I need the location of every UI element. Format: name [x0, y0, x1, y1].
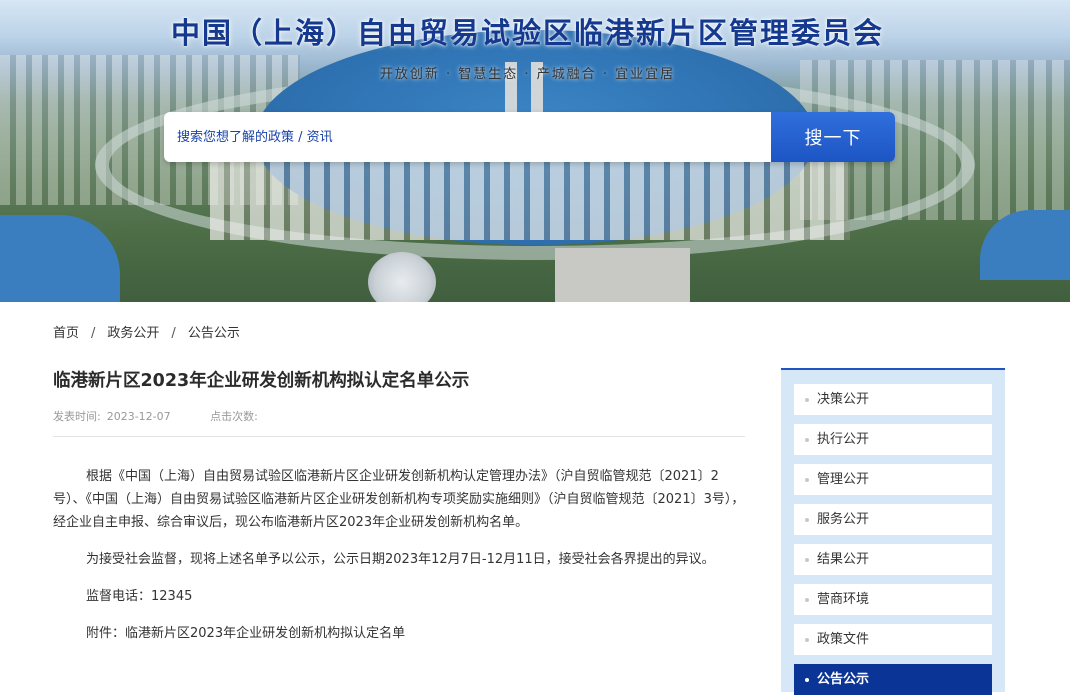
article-divider — [53, 436, 745, 437]
side-item-announcements[interactable]: 公告公示 — [794, 664, 992, 695]
publish-date: 2023-12-07 — [106, 410, 171, 423]
article-paragraph: 根据《中国（上海）自由贸易试验区临港新片区企业研发创新机构认定管理办法》（沪自贸… — [53, 469, 745, 530]
article-body: 根据《中国（上海）自由贸易试验区临港新片区企业研发创新机构认定管理办法》（沪自贸… — [53, 465, 745, 645]
side-item-business-environment[interactable]: 营商环境 — [794, 584, 992, 615]
publish-label: 发表时间: — [53, 410, 101, 423]
publish-time: 发表时间: 2023-12-07 — [53, 410, 189, 423]
banner-plaza — [555, 248, 690, 302]
supervision-phone: 监督电话：12345 — [86, 589, 193, 604]
search-input[interactable] — [164, 112, 771, 162]
search-bar: 搜一下 — [164, 112, 895, 162]
side-item-results[interactable]: 结果公开 — [794, 544, 992, 575]
breadcrumb: 首页 / 政务公开 / 公告公示 — [53, 322, 240, 341]
banner-sea-left — [0, 215, 120, 302]
banner-sea-right — [980, 210, 1070, 280]
side-menu: 决策公开 执行公开 管理公开 服务公开 结果公开 营商环境 政策文件 公告公示 — [781, 368, 1005, 695]
breadcrumb-separator: / — [171, 326, 176, 341]
article-paragraph: 为接受社会监督，现将上述名单予以公示，公示日期2023年12月7日-12月11日… — [86, 552, 715, 567]
article-meta: 发表时间: 2023-12-07 点击次数: — [53, 408, 745, 424]
breadcrumb-separator: / — [91, 326, 96, 341]
header-banner: 中国（上海）自由贸易试验区临港新片区管理委员会 开放创新 · 智慧生态 · 产城… — [0, 0, 1070, 302]
banner-stadium — [368, 252, 436, 302]
article: 临港新片区2023年企业研发创新机构拟认定名单公示 发表时间: 2023-12-0… — [53, 368, 745, 659]
breadcrumb-announcements[interactable]: 公告公示 — [188, 322, 240, 341]
side-item-decision[interactable]: 决策公开 — [794, 384, 992, 415]
side-item-execution[interactable]: 执行公开 — [794, 424, 992, 455]
banner-city-center — [210, 160, 850, 240]
side-item-policy-documents[interactable]: 政策文件 — [794, 624, 992, 655]
views-label: 点击次数: — [210, 410, 258, 423]
site-slogan: 开放创新 · 智慧生态 · 产城融合 · 宜业宜居 — [379, 67, 676, 82]
breadcrumb-government-affairs[interactable]: 政务公开 — [107, 322, 159, 341]
side-item-management[interactable]: 管理公开 — [794, 464, 992, 495]
search-button[interactable]: 搜一下 — [771, 112, 895, 162]
breadcrumb-home[interactable]: 首页 — [53, 322, 79, 341]
attachment-link[interactable]: 附件：临港新片区2023年企业研发创新机构拟认定名单 — [53, 622, 745, 645]
site-title: 中国（上海）自由贸易试验区临港新片区管理委员会 — [170, 16, 884, 50]
article-title: 临港新片区2023年企业研发创新机构拟认定名单公示 — [53, 371, 470, 391]
side-item-service[interactable]: 服务公开 — [794, 504, 992, 535]
